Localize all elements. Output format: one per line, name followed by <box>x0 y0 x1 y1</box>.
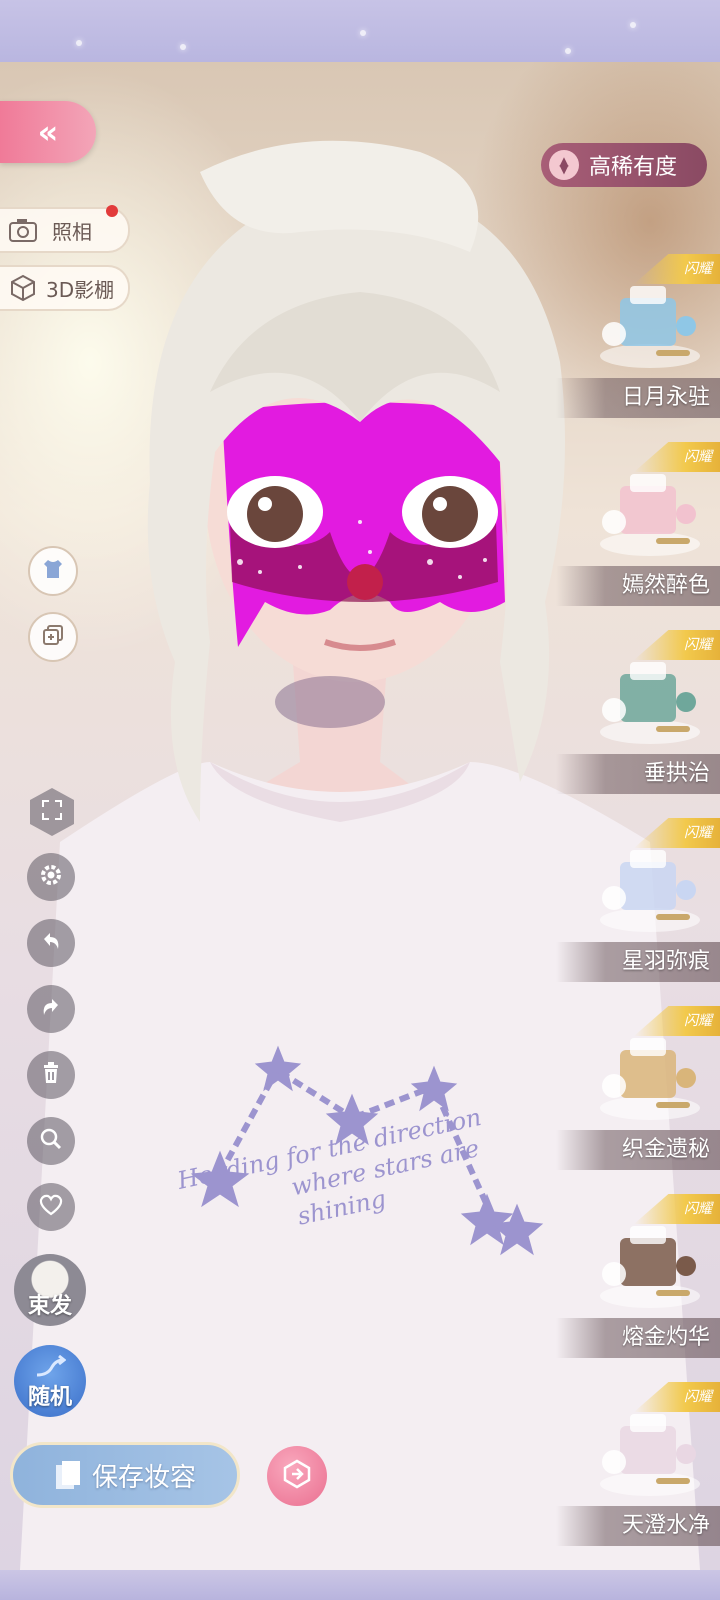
favorite-button[interactable] <box>27 1183 75 1231</box>
bottom-decor-strip <box>0 1570 720 1600</box>
makeup-set-card[interactable]: 闪耀 星羽弥痕 <box>556 818 720 1006</box>
makeup-set-name: 织金遗秘 <box>556 1130 720 1170</box>
back-button[interactable]: « <box>0 101 96 163</box>
heart-icon <box>38 1193 64 1221</box>
sparkle-decor <box>76 40 82 46</box>
sparkle-decor <box>565 48 571 54</box>
layer-plus-icon <box>41 623 65 651</box>
makeup-set-name: 嫣然醉色 <box>556 566 720 606</box>
makeup-set-name: 垂拱治 <box>556 754 720 794</box>
sparkle-decor <box>360 30 366 36</box>
camera-icon <box>8 215 38 245</box>
undo-button[interactable] <box>27 919 75 967</box>
sort-updown-icon: ▲ ▼ <box>549 150 579 180</box>
photo-label: 照相 <box>52 219 92 244</box>
makeup-set-card[interactable]: 闪耀 熔金灼华 <box>556 1194 720 1382</box>
document-icon <box>54 1459 82 1491</box>
notification-dot <box>106 205 118 217</box>
sort-label: 高稀有度 <box>589 155 678 180</box>
hairstyle-label: 束发 <box>27 1294 72 1319</box>
top-decor-strip <box>0 0 720 62</box>
cube-icon <box>8 273 38 303</box>
outfit-preview-button[interactable] <box>28 546 78 596</box>
makeup-set-card[interactable]: 闪耀 嫣然醉色 <box>556 442 720 630</box>
gear-icon <box>38 862 64 892</box>
makeup-set-card[interactable]: 闪耀 织金遗秘 <box>556 1006 720 1194</box>
studio-3d-button[interactable]: 3D影棚 <box>0 265 130 311</box>
makeup-set-card[interactable]: 闪耀 天澄水净 <box>556 1382 720 1570</box>
redo-icon <box>38 994 64 1024</box>
makeup-set-name: 熔金灼华 <box>556 1318 720 1358</box>
shuffle-icon <box>34 1354 67 1389</box>
zoom-button[interactable] <box>27 1117 75 1165</box>
shirt-icon <box>41 557 65 585</box>
random-button[interactable]: 随机 <box>14 1345 86 1417</box>
studio-3d-label: 3D影棚 <box>46 277 115 302</box>
double-chevron-left-icon: « <box>37 113 59 151</box>
makeup-set-name: 天澄水净 <box>556 1506 720 1546</box>
sparkle-decor <box>630 22 636 28</box>
share-hex-icon <box>281 1458 313 1494</box>
sparkle-decor <box>180 44 186 50</box>
save-makeup-button[interactable]: 保存妆容 <box>10 1442 240 1508</box>
photo-button[interactable]: 照相 <box>0 205 130 253</box>
fullscreen-icon <box>41 799 63 825</box>
delete-button[interactable] <box>27 1051 75 1099</box>
share-button[interactable] <box>267 1446 327 1506</box>
layer-add-button[interactable] <box>28 612 78 662</box>
settings-button[interactable] <box>27 853 75 901</box>
hairstyle-button[interactable]: 束发 <box>14 1254 86 1326</box>
redo-button[interactable] <box>27 985 75 1033</box>
save-makeup-label: 保存妆容 <box>91 1462 196 1493</box>
makeup-set-name: 星羽弥痕 <box>556 942 720 982</box>
makeup-set-name: 日月永驻 <box>556 378 720 418</box>
trash-icon <box>39 1061 63 1089</box>
makeup-set-card[interactable]: 闪耀 日月永驻 <box>556 254 720 442</box>
magnifier-icon <box>39 1127 63 1155</box>
sort-rarity-button[interactable]: ▲ ▼ 高稀有度 <box>541 143 707 187</box>
makeup-set-card[interactable]: 闪耀 垂拱治 <box>556 630 720 818</box>
undo-icon <box>38 928 64 958</box>
